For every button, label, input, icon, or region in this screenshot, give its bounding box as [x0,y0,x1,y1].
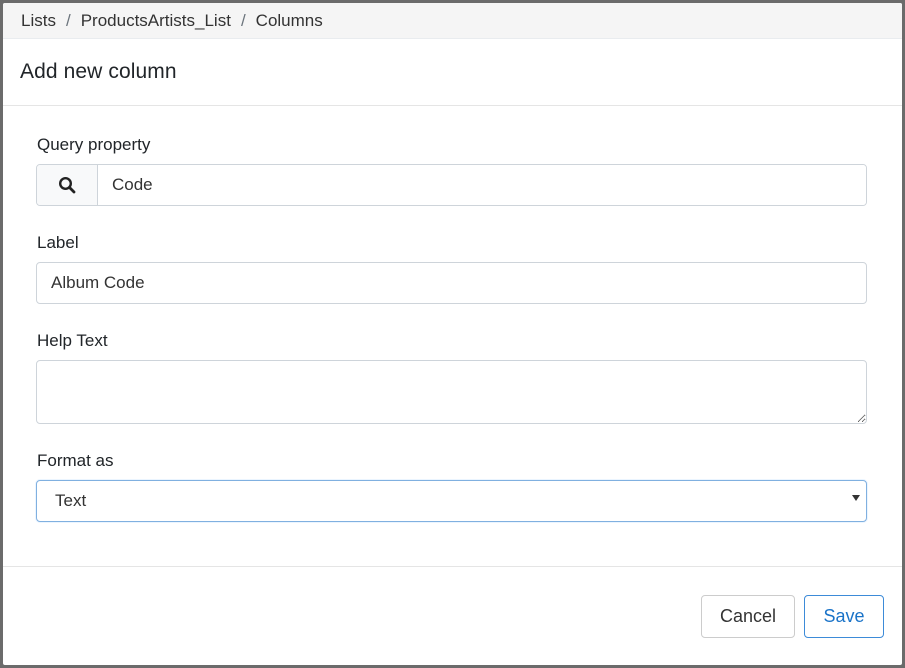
help-text-textarea[interactable] [36,360,867,424]
query-property-input[interactable] [98,165,866,205]
cancel-button[interactable]: Cancel [701,594,795,638]
breadcrumb-separator: / [65,10,71,30]
dialog-footer: Cancel Save [3,567,902,665]
label-field-label: Label [37,233,79,252]
search-addon[interactable] [37,165,98,205]
caret-down-icon [852,495,860,501]
format-as-label: Format as [37,451,114,470]
breadcrumb: Lists / ProductsArtists_List / Columns [3,3,902,39]
breadcrumb-item-columns: Columns [255,10,323,30]
dialog-body: Query property Label Help Text Format as [3,106,902,567]
save-button[interactable]: Save [804,594,884,638]
query-property-label: Query property [37,135,151,154]
search-icon [58,176,76,194]
breadcrumb-separator: / [240,10,246,30]
add-column-dialog: Lists / ProductsArtists_List / Columns A… [3,3,902,665]
breadcrumb-item-lists[interactable]: Lists [21,11,56,31]
help-text-label: Help Text [37,331,108,350]
dialog-title: Add new column [20,60,177,83]
format-as-selected-value: Text [55,491,87,510]
label-input[interactable] [36,262,867,304]
query-property-input-group [36,164,867,206]
query-property-group: Query property [36,135,867,206]
breadcrumb-item-list[interactable]: ProductsArtists_List [81,11,231,31]
help-text-group: Help Text [36,331,867,424]
label-group: Label [36,233,867,304]
format-as-select[interactable]: Text [36,480,867,522]
format-as-group: Format as Text [36,451,867,522]
dialog-header: Add new column [3,39,902,106]
